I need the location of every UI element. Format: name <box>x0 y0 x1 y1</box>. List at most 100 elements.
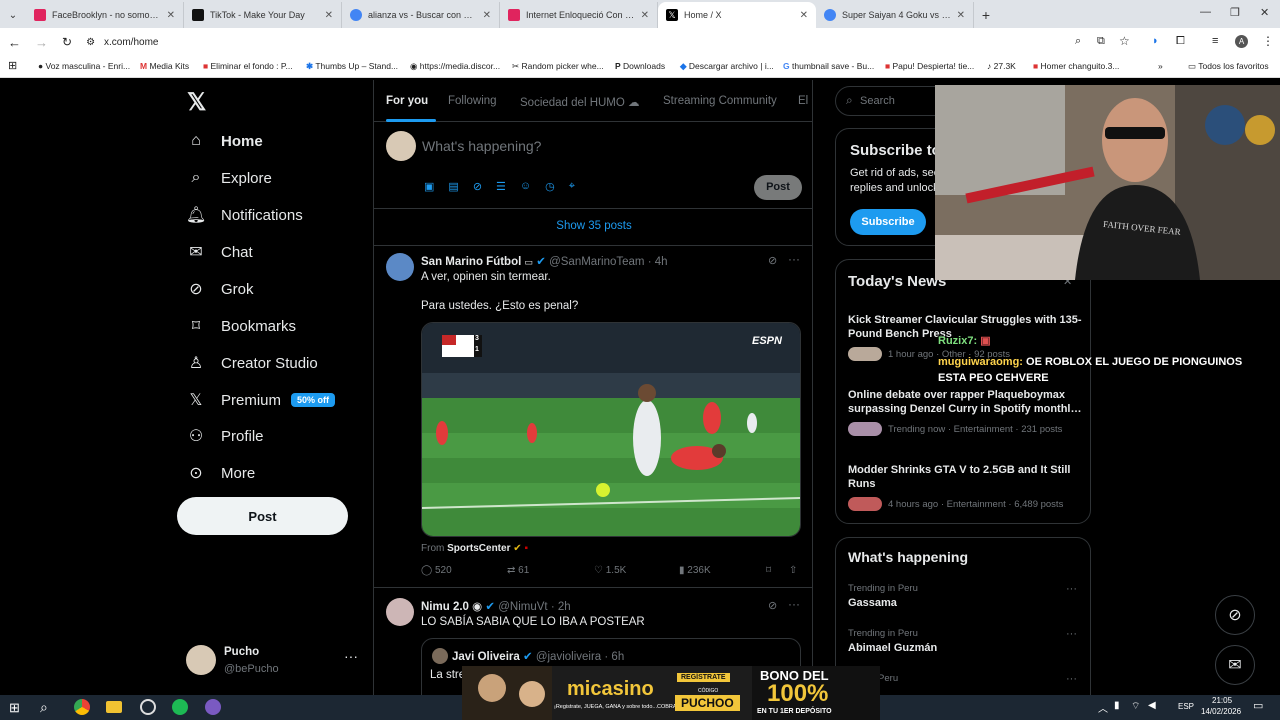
x-logo-icon[interactable]: 𝕏 <box>187 88 206 117</box>
nav-explore[interactable]: ⌕ Explore <box>187 169 272 187</box>
trend-item[interactable]: in Peru ··· <box>848 673 1084 685</box>
more-dots-icon[interactable]: ··· <box>1066 628 1077 640</box>
mic-icon[interactable]: ▮ <box>1114 700 1120 711</box>
trend-item[interactable]: Trending in Peru Gassama ··· <box>848 583 1084 609</box>
nav-home[interactable]: ⌂ Home <box>187 132 263 150</box>
sidebar-post-button[interactable]: Post <box>177 497 348 535</box>
more-dots-icon[interactable]: ··· <box>1066 583 1077 595</box>
bookmark[interactable]: ◆ Descargar archivo | i... <box>680 61 774 72</box>
language-indicator[interactable]: ESP <box>1178 702 1194 711</box>
clock-date[interactable]: 14/02/2026 <box>1201 707 1241 716</box>
tab-search-icon[interactable]: ⌄ <box>0 2 26 28</box>
bookmark-icon[interactable]: ⌑ <box>766 565 771 576</box>
news-item[interactable]: Online debate over rapper Plaqueboymax s… <box>848 388 1084 436</box>
more-dots-icon[interactable]: ··· <box>788 597 800 611</box>
tray-chevron-icon[interactable]: ︿ <box>1098 700 1108 715</box>
star-icon[interactable]: ☆ <box>1119 34 1130 48</box>
url-field[interactable]: x.com/home <box>104 37 158 48</box>
tab-for-you[interactable]: For you <box>386 95 428 107</box>
back-icon[interactable]: ← <box>8 35 21 50</box>
browser-tab[interactable]: Internet Enloqueció Con Esto -✕ <box>500 2 658 28</box>
more-dots-icon[interactable]: ··· <box>1066 673 1077 685</box>
bookmark[interactable]: ◉ https://media.discor... <box>410 61 500 72</box>
close-tab-icon[interactable]: ✕ <box>167 10 175 21</box>
news-item[interactable]: Modder Shrinks GTA V to 2.5GB and It Sti… <box>848 463 1084 511</box>
nav-chat[interactable]: ✉ Chat <box>187 243 252 262</box>
from-account[interactable]: SportsCenter <box>447 543 510 554</box>
post-avatar[interactable] <box>386 253 414 281</box>
browser-tab[interactable]: FaceBrooklyn - no somos igual✕ <box>26 2 184 28</box>
post-author-name[interactable]: Nimu 2.0 <box>421 601 469 613</box>
composer-input[interactable]: What's happening? <box>422 138 541 154</box>
nav-premium[interactable]: 𝕏 Premium 50% off <box>187 391 336 409</box>
nav-creator-studio[interactable]: ♙ Creator Studio <box>187 354 318 373</box>
nav-notifications[interactable]: 🔔︎ Notifications <box>186 206 303 225</box>
apps-icon[interactable]: ⊞ <box>8 59 17 72</box>
post-author-handle[interactable]: @SanMarinoTeam <box>549 256 644 268</box>
post-avatar[interactable] <box>386 598 414 626</box>
schedule-icon[interactable]: ◷ <box>545 180 555 193</box>
clock-time[interactable]: 21:05 <box>1212 696 1232 705</box>
bookmark[interactable]: ✱ Thumbs Up – Stand... <box>306 61 398 72</box>
new-tab-icon[interactable]: + <box>974 2 998 28</box>
close-tab-icon[interactable]: ✕ <box>957 10 965 21</box>
bookmark[interactable]: ■ Homer changuito.3... <box>1033 61 1119 71</box>
gif-icon[interactable]: ▤ <box>448 180 458 193</box>
bookmark[interactable]: ✂ Random picker whe... <box>512 61 604 72</box>
grok-icon[interactable]: ⊘ <box>768 254 777 267</box>
post-time[interactable]: · 2h <box>551 601 571 613</box>
grok-icon[interactable]: ⊘ <box>473 180 482 193</box>
zoom-icon[interactable]: ⌕ <box>1075 35 1081 48</box>
repost-button[interactable]: ⇄ 61 <box>507 565 529 576</box>
grok-icon[interactable]: ⊘ <box>768 599 777 612</box>
post-time[interactable]: · 4h <box>648 256 668 268</box>
views-button[interactable]: ▮ 236K <box>679 565 711 576</box>
bookmark[interactable]: ■ Papu! Despierta! tie... <box>885 61 974 71</box>
post-video[interactable]: 3 1 ESPN <box>421 322 801 537</box>
close-tab-icon[interactable]: ✕ <box>483 10 491 21</box>
show-posts-link[interactable]: Show 35 posts <box>374 220 812 232</box>
menu-icon[interactable]: ⋮ <box>1262 34 1274 48</box>
reload-icon[interactable]: ↻ <box>62 35 72 49</box>
windows-start-icon[interactable]: ⊞ <box>9 700 20 716</box>
location-icon[interactable]: ⌖ <box>569 180 575 193</box>
bookmark[interactable]: ♪ 27.3K <box>987 61 1016 71</box>
browser-tab[interactable]: alianza vs - Buscar con Google✕ <box>342 2 500 28</box>
tab-streaming-community[interactable]: Streaming Community <box>663 95 777 107</box>
nav-more[interactable]: ⊙ More <box>187 464 255 483</box>
browser-tab-active[interactable]: 𝕏 Home / X ✕ <box>658 2 816 28</box>
like-button[interactable]: ♡ 1.5K <box>594 565 626 576</box>
volume-icon[interactable]: ◀ <box>1148 700 1156 711</box>
more-dots-icon[interactable]: ··· <box>788 252 800 266</box>
browser-tab[interactable]: Super Saiyan 4 Goku vs Gomah✕ <box>816 2 974 28</box>
close-window-icon[interactable]: ✕ <box>1260 6 1269 19</box>
subscribe-button[interactable]: Subscribe <box>850 209 926 235</box>
notifications-icon[interactable]: ▭ <box>1253 699 1263 712</box>
nav-grok[interactable]: ⊘ Grok <box>187 280 253 299</box>
minimize-icon[interactable]: — <box>1200 6 1211 18</box>
chrome-icon[interactable] <box>72 697 92 717</box>
nav-profile[interactable]: ⚇ Profile <box>187 427 264 446</box>
search-icon[interactable]: ⌕ <box>40 699 48 716</box>
bookmark[interactable]: G thumbnail save - Bu... <box>783 61 874 71</box>
folder-icon[interactable] <box>106 701 122 713</box>
extension-icon[interactable]: ◗ <box>1152 35 1159 47</box>
poll-icon[interactable]: ☰ <box>496 180 506 193</box>
bookmark[interactable]: M Media Kits <box>140 61 189 71</box>
restore-icon[interactable]: ❐ <box>1230 6 1240 19</box>
grok-float-button[interactable]: ⊘ <box>1215 595 1255 635</box>
app-icon[interactable] <box>140 699 156 715</box>
browser-tab[interactable]: TikTok - Make Your Day ✕ <box>184 2 342 28</box>
reply-button[interactable]: ◯ 520 <box>421 565 452 576</box>
chrome-profile-icon[interactable] <box>205 699 221 715</box>
bookmark[interactable]: P Downloads <box>615 61 665 71</box>
emoji-icon[interactable]: ☺ <box>520 180 531 193</box>
messages-float-button[interactable]: ✉ <box>1215 645 1255 685</box>
trend-item[interactable]: Trending in Peru Abimael Guzmán ··· <box>848 628 1084 654</box>
close-tab-icon[interactable]: ✕ <box>641 10 649 21</box>
bookmark-folder[interactable]: ▭ Todos los favoritos <box>1188 61 1269 72</box>
bookmark[interactable]: ● Voz masculina - Enri... <box>38 61 130 71</box>
site-info-icon[interactable]: ⚙ <box>86 37 95 48</box>
close-tab-icon[interactable]: ✕ <box>800 10 808 21</box>
forward-icon[interactable]: → <box>35 35 48 50</box>
